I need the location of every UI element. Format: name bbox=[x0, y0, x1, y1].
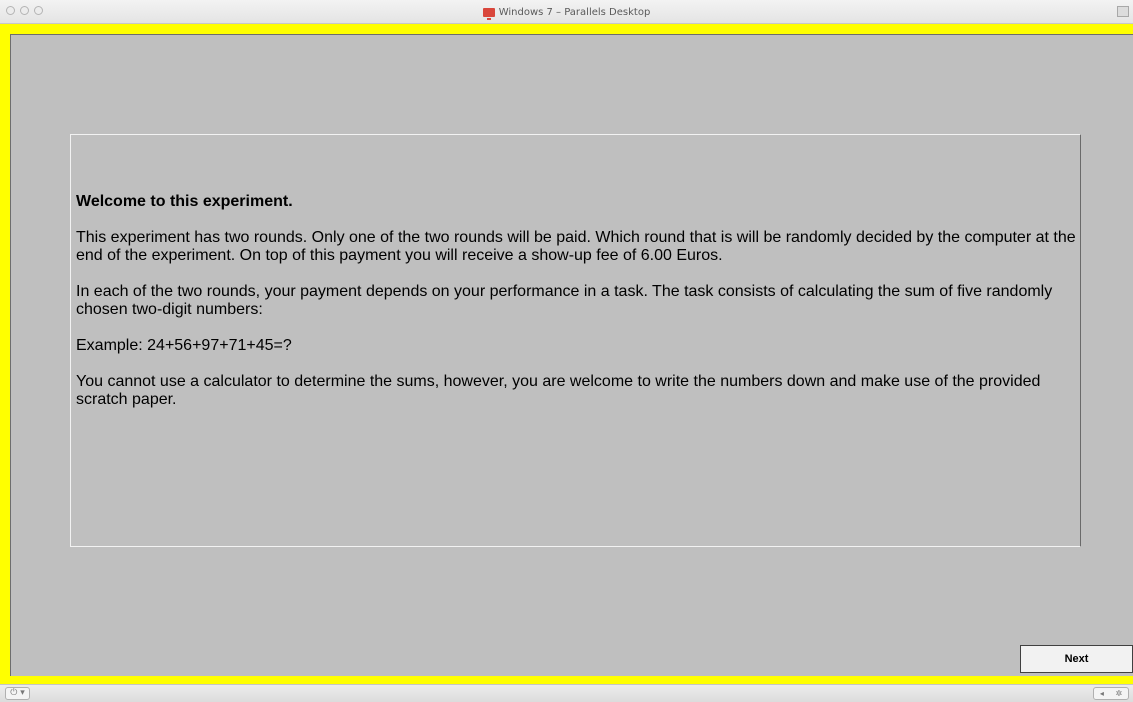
window-title-area: Windows 7 – Parallels Desktop bbox=[0, 0, 1133, 24]
next-button[interactable]: Next bbox=[1020, 645, 1133, 673]
instructions-paragraph: This experiment has two rounds. Only one… bbox=[76, 229, 1076, 264]
example-text: Example: 24+56+97+71+45=? bbox=[76, 337, 292, 354]
instructions-paragraph: You cannot use a calculator to determine… bbox=[76, 373, 1041, 408]
instructions-panel: Welcome to this experiment. This experim… bbox=[70, 134, 1081, 547]
window-titlebar: Windows 7 – Parallels Desktop bbox=[0, 0, 1133, 24]
arrow-left-icon[interactable]: ◂ bbox=[1100, 689, 1104, 698]
fullscreen-icon[interactable] bbox=[1117, 6, 1129, 17]
statusbar-controls: ◂ ✲ bbox=[1093, 687, 1129, 700]
window-title: Windows 7 – Parallels Desktop bbox=[498, 6, 651, 18]
parallels-statusbar: ⏻ ▾ ◂ ✲ bbox=[0, 684, 1133, 702]
instructions-text: Welcome to this experiment. This experim… bbox=[76, 193, 1078, 427]
gear-icon[interactable]: ✲ bbox=[1115, 689, 1122, 698]
welcome-heading: Welcome to this experiment. bbox=[76, 193, 293, 210]
experiment-screen: Welcome to this experiment. This experim… bbox=[10, 34, 1133, 676]
power-icon[interactable]: ⏻ ▾ bbox=[5, 687, 30, 700]
parallels-monitor-icon bbox=[482, 7, 495, 20]
instructions-paragraph: In each of the two rounds, your payment … bbox=[76, 283, 1053, 318]
